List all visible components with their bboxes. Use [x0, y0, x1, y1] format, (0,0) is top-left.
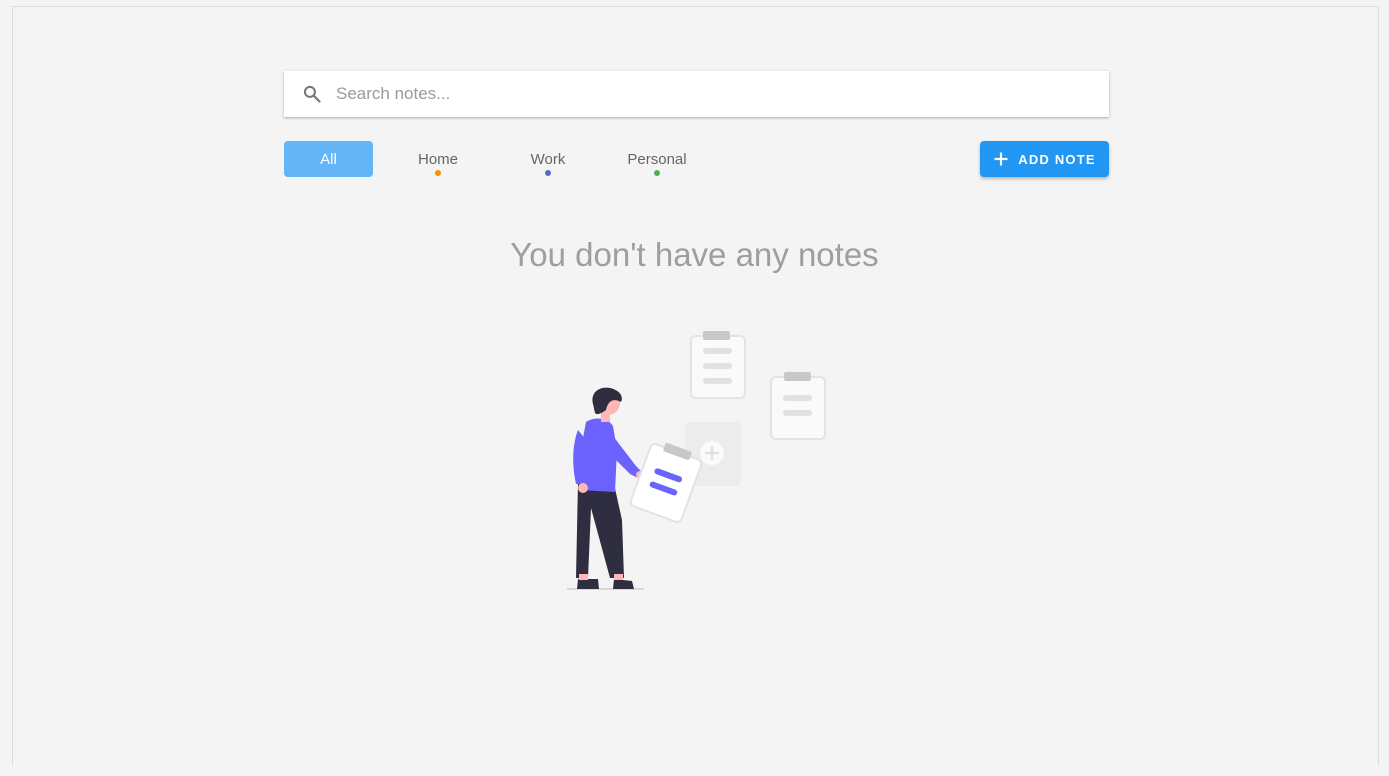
- tab-home-label: Home: [417, 150, 458, 168]
- search-bar: [284, 71, 1109, 117]
- tab-home[interactable]: Home: [400, 141, 476, 177]
- tab-work[interactable]: Work: [510, 141, 586, 177]
- add-note-label: ADD NOTE: [1018, 151, 1096, 167]
- clipboard-icon-right: [770, 372, 826, 440]
- add-note-button[interactable]: ADD NOTE: [980, 141, 1109, 177]
- tab-personal[interactable]: Personal: [614, 141, 700, 177]
- work-category-dot: [545, 170, 551, 176]
- empty-state-message: You don't have any notes: [510, 236, 879, 273]
- search-input[interactable]: [336, 71, 1096, 117]
- tab-personal-label: Personal: [627, 150, 687, 168]
- tab-work-label: Work: [530, 150, 566, 168]
- empty-notes-illustration: [567, 331, 826, 590]
- home-category-dot: [435, 170, 441, 176]
- plus-icon: [994, 152, 1008, 166]
- tab-all[interactable]: All: [284, 141, 373, 177]
- clipboard-icon-top: [690, 331, 746, 399]
- search-icon: [303, 85, 321, 103]
- person-figure: [573, 387, 644, 589]
- personal-category-dot: [654, 170, 660, 176]
- tab-all-label: All: [320, 150, 337, 168]
